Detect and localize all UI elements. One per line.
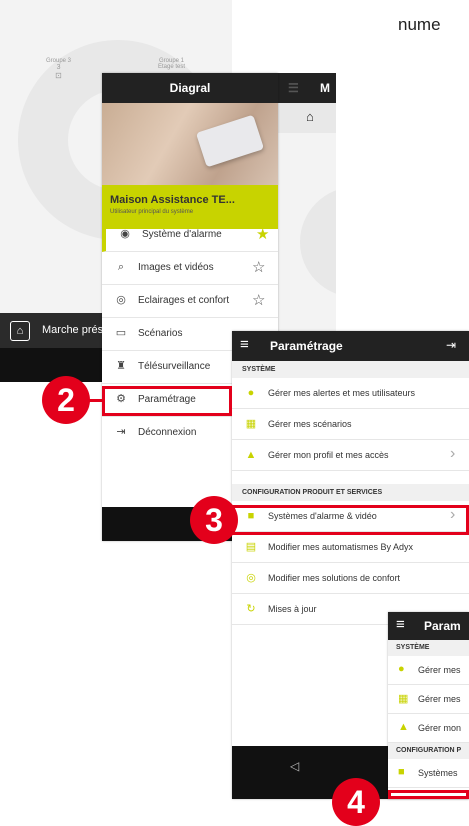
camera-icon: ⌕ (117, 261, 125, 273)
alarm-icon: ◉ (120, 228, 130, 240)
section-configuration: CONFIGURATION P (388, 743, 469, 759)
menu-item-lighting-comfort[interactable]: ◎ Eclairages et confort ☆ (102, 284, 278, 318)
step-2-badge: 2 (42, 376, 90, 424)
user-icon: ● (398, 663, 405, 675)
step-3-highlight-box (232, 505, 469, 535)
lock-icon: ⊡ (55, 71, 62, 80)
hamburger-icon[interactable]: ☰ (288, 81, 299, 95)
automation-icon: ▤ (245, 541, 257, 553)
main-header: ☰ M (278, 73, 336, 103)
calendar-icon: ▦ (245, 418, 257, 430)
settings-header: ≡ Paramétrage ⇥ (232, 331, 469, 361)
user-icon: ● (247, 387, 255, 399)
main-screen-partial: ☰ M ⌂ (278, 73, 336, 333)
item-scenarios[interactable]: ▦ Gérer mes scénarios (232, 409, 469, 440)
house-name: Maison Assistance TE... (110, 194, 235, 206)
section-system: SYSTÈME (232, 361, 469, 378)
section-configuration: CONFIGURATION PRODUIT ET SERVICES (232, 484, 469, 501)
guard-icon: ♜ (116, 360, 126, 372)
main-subheader: ⌂ (278, 103, 336, 133)
item-alerts-users[interactable]: ● Gérer mes (388, 656, 469, 685)
step-4-badge: 4 (332, 778, 380, 826)
item-automations[interactable]: ▤ Modifier mes automatismes By Adyx (232, 532, 469, 563)
step-3-badge: 3 (190, 496, 238, 544)
back-icon[interactable]: ◁ (290, 759, 299, 773)
lock-icon: ▲ (398, 721, 409, 733)
tablet-image (195, 114, 265, 168)
calendar-icon: ▦ (398, 693, 409, 705)
star-outline-icon[interactable]: ☆ (252, 291, 265, 309)
group-1-segment[interactable]: Groupe 1 Etage test (158, 58, 185, 70)
refresh-icon: ↻ (246, 603, 256, 615)
logout-icon: ⇥ (116, 426, 126, 438)
item-profile-access[interactable]: ▲ Gérer mon profil et mes accès › (232, 440, 469, 471)
home-mode-icon: ⌂ (10, 321, 30, 341)
group-3-segment[interactable]: Groupe 3 3 ⊡ (46, 58, 71, 80)
settings-screen-step4: ≡ Param SYSTÈME ● Gérer mes ▦ Gérer mes … (388, 612, 469, 799)
home-icon[interactable]: ⌂ (306, 109, 314, 124)
item-alerts-users[interactable]: ● Gérer mes alertes et mes utilisateurs (232, 378, 469, 409)
menu-item-alarm-system[interactable]: ◉ Système d'alarme ★ (102, 218, 278, 252)
main-donut-chart (300, 187, 336, 297)
page-text-fragment: nume (398, 15, 441, 34)
settings-header: ≡ Param (388, 612, 469, 640)
item-scenarios[interactable]: ▦ Gérer mes (388, 685, 469, 714)
calendar-icon: ▭ (115, 327, 127, 339)
chevron-right-icon: › (450, 445, 456, 462)
lock-icon: ▲ (245, 449, 257, 461)
house-subtitle: Utilisateur principal du système (110, 209, 194, 215)
bulb-icon: ◎ (116, 294, 126, 306)
logout-icon[interactable]: ⇥ (446, 338, 456, 352)
section-system: SYSTÈME (388, 640, 469, 656)
step-2-highlight-box (102, 386, 232, 416)
star-outline-icon[interactable]: ☆ (252, 258, 265, 276)
video-icon: ■ (398, 766, 405, 778)
menu-item-images-videos[interactable]: ⌕ Images et vidéos ☆ (102, 251, 278, 285)
item-profile-access[interactable]: ▲ Gérer mon (388, 714, 469, 743)
drawer-title: Diagral (102, 73, 278, 103)
settings-title: Paramétrage (270, 339, 343, 353)
bulb-icon: ◎ (246, 572, 256, 584)
star-icon[interactable]: ★ (256, 225, 269, 243)
hamburger-icon[interactable]: ≡ (396, 616, 405, 633)
step-4-highlight-box (388, 790, 469, 799)
drawer-header-image (102, 103, 278, 185)
hamburger-icon[interactable]: ≡ (240, 336, 249, 353)
item-alarm-video-systems[interactable]: ■ Systèmes (388, 759, 469, 788)
item-comfort-solutions[interactable]: ◎ Modifier mes solutions de confort (232, 563, 469, 594)
